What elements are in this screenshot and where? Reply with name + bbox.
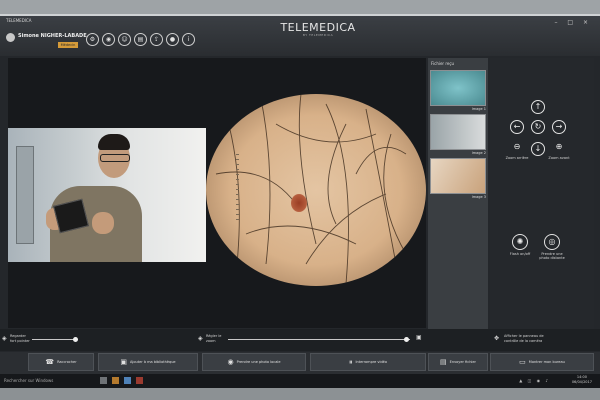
patient-icon[interactable]: ☺ (118, 33, 131, 46)
remote-photo-icon[interactable]: ◎ (544, 234, 560, 250)
zoom-label-line2: zoom (206, 339, 216, 343)
user-name: Simone NIGHER-LABADE (18, 33, 87, 39)
remote-camera-feed (8, 128, 206, 262)
send-file-button[interactable]: ▤ Envoyer fichier (428, 353, 488, 371)
share-icon[interactable]: ⇪ (150, 33, 163, 46)
pause-video-button[interactable]: ⏸ Interrompre vidéo (310, 353, 426, 371)
video-area (8, 58, 426, 328)
monitor-icon: ▭ (519, 358, 526, 366)
pointer-slider[interactable] (32, 339, 78, 340)
thumbnail-2[interactable] (430, 114, 486, 150)
local-photo-label: Prendre une photo locale (236, 360, 281, 364)
zoom-label-line1: Régler le (206, 334, 222, 338)
task-view-icon[interactable] (100, 377, 107, 384)
browser-icon[interactable] (124, 377, 131, 384)
pointer-slider-handle[interactable] (73, 337, 78, 342)
add-to-library-label: Ajouter à ma bibliothèque (130, 360, 176, 364)
send-file-label: Envoyer fichier (449, 360, 476, 364)
file-explorer-icon[interactable] (112, 377, 119, 384)
record-icon[interactable]: ● (166, 33, 179, 46)
zoom-in-label: Zoom avant (548, 156, 570, 160)
taskbar-clock[interactable]: 14:00 06/04/2017 (572, 375, 592, 385)
person-glasses (100, 154, 130, 162)
camera-icon[interactable]: ◉ (102, 33, 115, 46)
taskbar-search[interactable]: Rechercher sur Windows (4, 378, 53, 383)
pointer-label-line1: Regarder (10, 334, 26, 338)
share-desktop-button[interactable]: ▭ Montrer mon bureau (490, 353, 594, 371)
files-panel-title: Fichier reçu (431, 61, 455, 66)
camera-panel-toggle-label-line1[interactable]: Afficher le panneau de (504, 334, 544, 338)
camera-panel-toggle-icon[interactable]: ✥ (494, 335, 499, 342)
zoom-out-label: Zoom arrière (505, 156, 529, 160)
hang-up-label: Raccrocher (57, 360, 77, 364)
share-desktop-label: Montrer mon bureau (528, 360, 565, 364)
pointer-label-line2: fort pointer (10, 339, 30, 343)
avatar (6, 33, 15, 42)
zoom-slider-handle[interactable] (404, 337, 409, 342)
room-wall (0, 388, 600, 400)
dermatoscope-scale (236, 154, 239, 224)
user-card[interactable]: Simone NIGHER-LABADE Médecin (6, 30, 87, 50)
media-controls-bar: ◈ Regarder fort pointer ◈ Régler le zoom… (0, 329, 600, 351)
dermatoscope-feed (206, 94, 426, 286)
add-to-library-button[interactable]: ▣ Ajouter à ma bibliothèque (98, 353, 198, 371)
brand-logo: TELEMEDICA BY TELEMEDICA (258, 21, 378, 37)
person-hair (98, 134, 130, 150)
thumbnail-1-caption: Image 1 (471, 107, 486, 111)
info-icon[interactable]: i (182, 33, 195, 46)
windows-taskbar: Rechercher sur Windows ▲ ◫ ◉ ♪ 14:00 06/… (0, 374, 600, 388)
app-screen: TELEMEDICA Simone NIGHER-LABADE Médecin … (0, 14, 600, 388)
zoom-in-icon[interactable]: ⊕ (552, 140, 566, 154)
zoom-control-icon[interactable]: ◈ (198, 335, 203, 342)
pan-left-icon[interactable]: ← (510, 120, 524, 134)
pointer-icon[interactable]: ◈ (2, 335, 7, 342)
zoom-out-icon[interactable]: ⊖ (510, 140, 524, 154)
pan-down-icon[interactable]: ↓ (531, 142, 545, 156)
app-taskbar-icon[interactable] (136, 377, 143, 384)
folder-icon[interactable]: ▤ (134, 33, 147, 46)
flash-icon[interactable]: ✺ (512, 234, 528, 250)
person-hand-right (92, 212, 114, 234)
window-controls[interactable]: – □ × (554, 19, 592, 26)
hair-strands (215, 94, 407, 285)
thumbnail-1[interactable] (430, 70, 486, 106)
thumbnail-3[interactable] (430, 158, 486, 194)
pause-video-label: Interrompre vidéo (355, 360, 387, 364)
app-header: TELEMEDICA Simone NIGHER-LABADE Médecin … (0, 16, 600, 56)
zoom-slider[interactable] (228, 339, 410, 340)
hang-up-button[interactable]: ☎ Raccrocher (28, 353, 94, 371)
thumbnail-3-caption: Image 3 (471, 195, 486, 199)
thumbnail-2-caption: Image 2 (471, 151, 486, 155)
camera-control-panel: ↑ ← ↻ → ↓ ⊖ ⊕ Zoom arrière Zoom avant ✺ … (490, 58, 594, 350)
system-tray[interactable]: ▲ ◫ ◉ ♪ (519, 378, 550, 383)
pan-up-icon[interactable]: ↑ (531, 100, 545, 114)
flash-label: Flash on/off (509, 252, 531, 256)
settings-icon[interactable]: ⚙ (86, 33, 99, 46)
pan-right-icon[interactable]: → (552, 120, 566, 134)
remote-photo-label: Prendre une photo distante (539, 252, 565, 260)
refresh-icon[interactable]: ↻ (531, 120, 545, 134)
pause-icon: ⏸ (349, 357, 353, 366)
phone-icon: ☎ (45, 358, 55, 366)
camera-icon: ◉ (227, 358, 234, 366)
brand-subtitle: BY TELEMEDICA (302, 33, 334, 37)
local-photo-button[interactable]: ◉ Prendre une photo locale (202, 353, 306, 371)
camera-panel-toggle-label-line2[interactable]: contrôle de la caméra (504, 339, 542, 343)
file-icon: ▤ (440, 358, 447, 366)
window-title: TELEMEDICA (6, 18, 32, 23)
photo-icon: ▣ (120, 358, 128, 366)
received-files-panel: Fichier reçu Image 1 Image 2 Image 3 (428, 58, 488, 350)
action-bar: ☎ Raccrocher ▣ Ajouter à ma bibliothèque… (0, 352, 600, 374)
background-door (16, 146, 34, 244)
user-role-badge: Médecin (58, 42, 78, 48)
clock-date: 06/04/2017 (571, 380, 592, 384)
fullscreen-icon[interactable]: ▣ (416, 334, 422, 341)
skin-lesion (291, 194, 307, 212)
